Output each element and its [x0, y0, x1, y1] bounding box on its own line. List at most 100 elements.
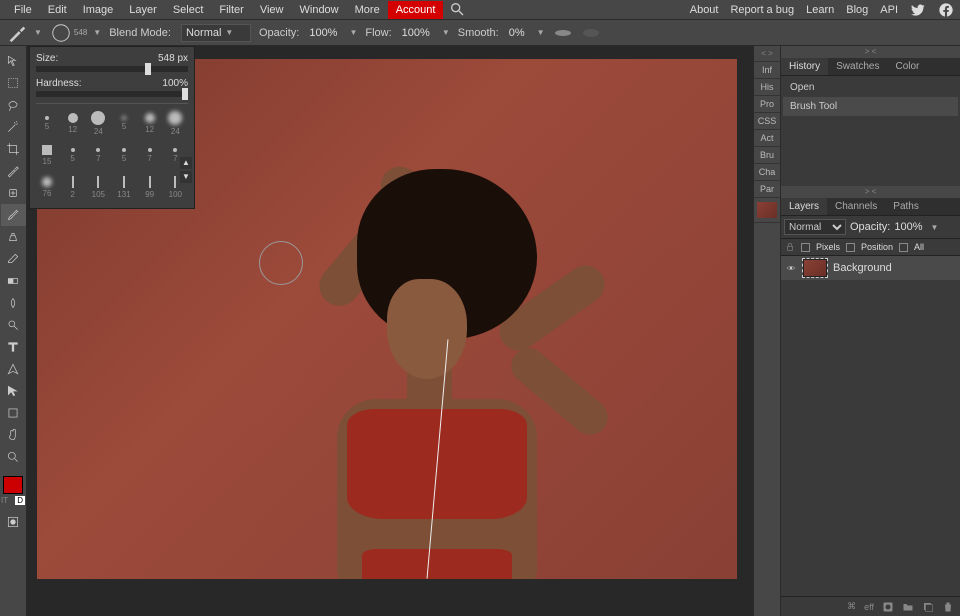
menu-filter[interactable]: Filter	[211, 1, 251, 19]
blur-tool[interactable]	[1, 292, 26, 314]
brush-hardness-slider[interactable]	[36, 91, 188, 97]
brush-size-preview[interactable]: 548 ▼	[50, 22, 101, 44]
dropdown-icon[interactable]: ▼	[349, 28, 357, 37]
tab-actions[interactable]: Act	[754, 130, 780, 147]
hand-tool[interactable]	[1, 424, 26, 446]
brush-preset[interactable]: 5	[113, 108, 135, 138]
menu-layer[interactable]: Layer	[121, 1, 165, 19]
quick-mask-tool[interactable]	[1, 511, 26, 533]
brush-preset[interactable]: 5	[36, 108, 58, 138]
gradient-tool[interactable]	[1, 270, 26, 292]
brush-preview[interactable]: ▼	[6, 22, 42, 44]
lock-icon[interactable]	[785, 242, 795, 252]
color-swatches[interactable]: IT D	[0, 476, 26, 505]
tab-character[interactable]: Cha	[754, 164, 780, 181]
effects-label[interactable]: eff	[864, 602, 874, 612]
menu-more[interactable]: More	[347, 1, 388, 19]
blend-mode-select[interactable]: Normal▼	[181, 24, 251, 42]
crop-tool[interactable]	[1, 138, 26, 160]
folder-icon[interactable]	[902, 601, 914, 613]
history-item-open[interactable]: Open	[783, 78, 958, 97]
link-icon[interactable]: ⌘	[847, 601, 856, 612]
menu-view[interactable]: View	[252, 1, 292, 19]
tab-brush[interactable]: Bru	[754, 147, 780, 164]
marquee-tool[interactable]	[1, 72, 26, 94]
brush-preset[interactable]: 15	[36, 140, 58, 170]
tab-paragraph[interactable]: Par	[754, 181, 780, 198]
tab-paths[interactable]: Paths	[885, 198, 927, 215]
brush-preset[interactable]: 24	[164, 108, 186, 138]
brush-preset[interactable]: 76	[36, 172, 58, 202]
brush-tool[interactable]	[1, 204, 26, 226]
brush-preset[interactable]: 99	[139, 172, 161, 202]
tab-css[interactable]: CSS	[754, 113, 780, 130]
path-select-tool[interactable]	[1, 380, 26, 402]
layer-row-background[interactable]: Background	[781, 256, 960, 280]
visibility-icon[interactable]	[785, 263, 797, 273]
healing-tool[interactable]	[1, 182, 26, 204]
menu-select[interactable]: Select	[165, 1, 212, 19]
brush-preset[interactable]: 5	[62, 140, 84, 170]
brush-preset[interactable]: 12	[62, 108, 84, 138]
history-item-brush[interactable]: Brush Tool	[783, 97, 958, 116]
lock-pixels-check[interactable]	[801, 243, 810, 252]
zoom-tool[interactable]	[1, 446, 26, 468]
trash-icon[interactable]	[942, 601, 954, 613]
shape-tool[interactable]	[1, 402, 26, 424]
brush-preset[interactable]: 12	[139, 108, 161, 138]
brush-preset[interactable]: 7	[87, 140, 109, 170]
brush-preset[interactable]: 131	[113, 172, 135, 202]
mask-icon[interactable]	[882, 601, 894, 613]
foreground-color[interactable]	[3, 476, 23, 494]
tab-layers[interactable]: Layers	[781, 198, 827, 215]
dropdown-icon[interactable]: ▼	[931, 223, 939, 232]
brush-size-value[interactable]: 548	[158, 53, 175, 64]
layer-thumbnail[interactable]	[803, 259, 827, 277]
link-report-bug[interactable]: Report a bug	[730, 4, 794, 16]
layer-name[interactable]: Background	[833, 262, 892, 274]
panel-handle[interactable]: > <	[781, 186, 960, 198]
menu-window[interactable]: Window	[292, 1, 347, 19]
facebook-icon[interactable]	[938, 2, 954, 18]
lock-all-check[interactable]	[899, 243, 908, 252]
brush-preset[interactable]: 5	[113, 140, 135, 170]
clone-stamp-tool[interactable]	[1, 226, 26, 248]
default-colors-icon[interactable]: D	[15, 496, 25, 505]
smooth-value[interactable]: 0%	[509, 27, 525, 39]
brush-preset[interactable]: 24	[87, 108, 109, 138]
eyedropper-tool[interactable]	[1, 160, 26, 182]
menu-edit[interactable]: Edit	[40, 1, 75, 19]
brush-preset[interactable]: 2	[62, 172, 84, 202]
magic-wand-tool[interactable]	[1, 116, 26, 138]
pressure-opacity-icon[interactable]	[553, 28, 573, 38]
brush-preset[interactable]: 105	[87, 172, 109, 202]
link-blog[interactable]: Blog	[846, 4, 868, 16]
type-tool[interactable]	[1, 336, 26, 358]
move-tool[interactable]	[1, 50, 26, 72]
dropdown-icon[interactable]: ▼	[442, 28, 450, 37]
tab-properties[interactable]: Pro	[754, 96, 780, 113]
pressure-size-icon[interactable]	[581, 28, 601, 38]
pen-tool[interactable]	[1, 358, 26, 380]
brush-preset[interactable]: 7	[139, 140, 161, 170]
scroll-up-icon[interactable]: ▲	[180, 157, 192, 169]
flow-value[interactable]: 100%	[402, 27, 430, 39]
menu-file[interactable]: File	[6, 1, 40, 19]
link-about[interactable]: About	[690, 4, 719, 16]
panel-handle[interactable]: < >	[754, 46, 780, 62]
eraser-tool[interactable]	[1, 248, 26, 270]
swap-colors-icon[interactable]: IT	[1, 496, 8, 505]
link-learn[interactable]: Learn	[806, 4, 834, 16]
search-icon[interactable]	[449, 1, 465, 17]
tab-history[interactable]: History	[781, 58, 828, 75]
layer-opacity-value[interactable]: 100%	[894, 221, 922, 233]
panel-handle[interactable]: > <	[781, 46, 960, 58]
brush-size-slider[interactable]	[36, 66, 188, 72]
new-layer-icon[interactable]	[922, 601, 934, 613]
dodge-tool[interactable]	[1, 314, 26, 336]
tab-histogram[interactable]: His	[754, 79, 780, 96]
dropdown-icon[interactable]: ▼	[537, 28, 545, 37]
tab-color[interactable]: Color	[887, 58, 927, 75]
menu-image[interactable]: Image	[75, 1, 122, 19]
tab-swatches[interactable]: Swatches	[828, 58, 887, 75]
